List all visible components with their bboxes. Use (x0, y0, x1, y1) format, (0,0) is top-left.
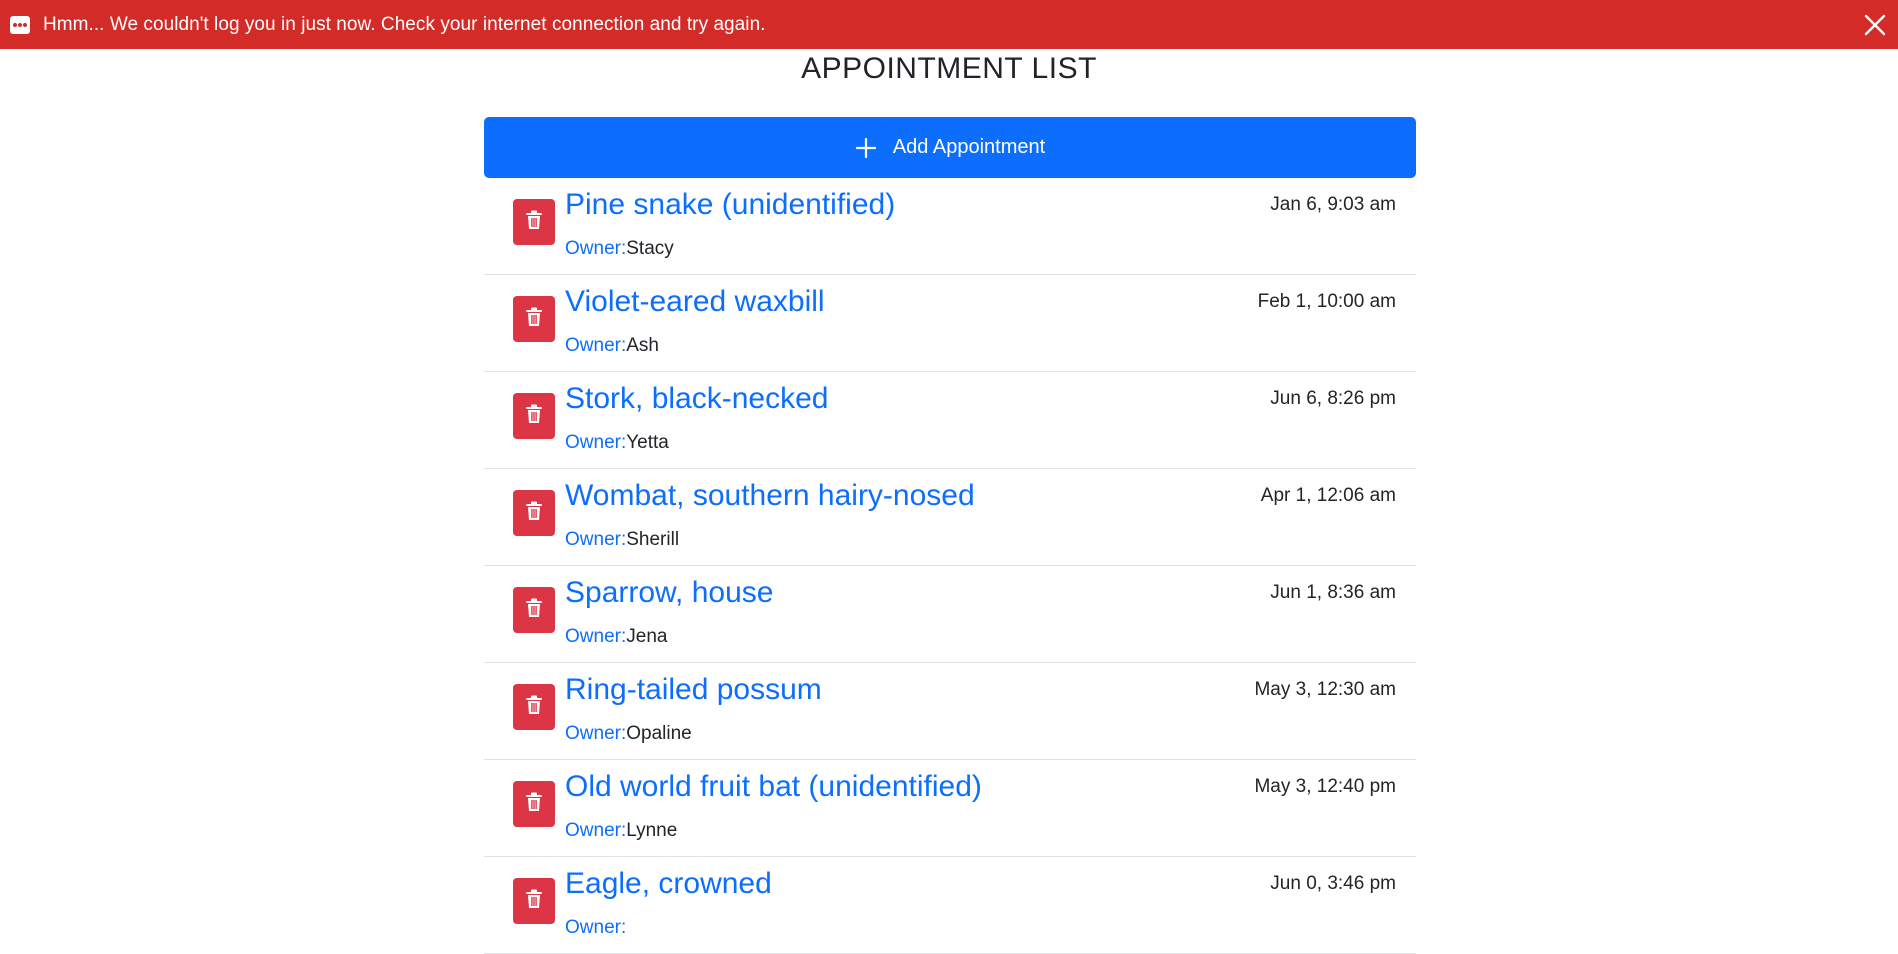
pet-name[interactable]: Stork, black-necked (565, 382, 828, 416)
pet-name[interactable]: Eagle, crowned (565, 867, 772, 901)
pet-name[interactable]: Old world fruit bat (unidentified) (565, 770, 982, 804)
pet-name[interactable]: Pine snake (unidentified) (565, 188, 895, 222)
appointment-date: May 3, 12:40 pm (1254, 776, 1396, 797)
list-item: Ring-tailed possum Owner:Opaline May 3, … (484, 663, 1416, 760)
owner-name: Sherill (626, 529, 680, 550)
appointment-date: Jan 6, 9:03 am (1270, 194, 1396, 215)
trash-icon (525, 501, 543, 526)
add-appointment-label: Add Appointment (892, 136, 1046, 158)
message-dots-icon (10, 15, 30, 34)
delete-button[interactable] (513, 199, 555, 245)
delete-button[interactable] (513, 781, 555, 827)
trash-icon (525, 404, 543, 429)
list-item: Sparrow, house Owner:Jena Jun 1, 8:36 am (484, 566, 1416, 663)
delete-button[interactable] (513, 393, 555, 439)
banner-message: Hmm... We couldn't log you in just now. … (43, 13, 766, 35)
owner-label: Owner: (565, 626, 627, 647)
owner-line: Owner:Jena (565, 626, 667, 648)
owner-line: Owner:Stacy (565, 238, 674, 260)
owner-label: Owner: (565, 238, 627, 259)
list-item: Pine snake (unidentified) Owner:Stacy Ja… (484, 178, 1416, 275)
pet-name[interactable]: Ring-tailed possum (565, 673, 822, 707)
appointment-date: May 3, 12:30 am (1254, 679, 1396, 700)
appointment-date: Jun 1, 8:36 am (1270, 582, 1396, 603)
owner-label: Owner: (565, 432, 627, 453)
error-banner: Hmm... We couldn't log you in just now. … (0, 0, 1898, 49)
list-item: Eagle, crowned Owner: Jun 0, 3:46 pm (484, 857, 1416, 954)
owner-label: Owner: (565, 335, 627, 356)
owner-name: Stacy (626, 238, 674, 259)
owner-name: Lynne (626, 820, 678, 841)
appointment-date: Jun 6, 8:26 pm (1270, 388, 1396, 409)
close-icon[interactable] (1862, 12, 1888, 38)
owner-label: Owner: (565, 917, 627, 938)
delete-button[interactable] (513, 296, 555, 342)
appointment-date: Jun 0, 3:46 pm (1270, 873, 1396, 894)
trash-icon (525, 598, 543, 623)
list-item: Stork, black-necked Owner:Yetta Jun 6, 8… (484, 372, 1416, 469)
list-item: Old world fruit bat (unidentified) Owner… (484, 760, 1416, 857)
owner-line: Owner:Sherill (565, 529, 679, 551)
owner-name: Opaline (626, 723, 692, 744)
trash-icon (525, 889, 543, 914)
delete-button[interactable] (513, 684, 555, 730)
list-item: Wombat, southern hairy-nosed Owner:Sheri… (484, 469, 1416, 566)
owner-name: Jena (626, 626, 668, 647)
trash-icon (525, 792, 543, 817)
owner-label: Owner: (565, 820, 627, 841)
delete-button[interactable] (513, 878, 555, 924)
owner-name: Ash (626, 335, 659, 356)
owner-line: Owner:Lynne (565, 820, 677, 842)
appointment-date: Apr 1, 12:06 am (1260, 485, 1396, 506)
owner-line: Owner:Yetta (565, 432, 669, 454)
owner-line: Owner:Ash (565, 335, 659, 357)
owner-line: Owner: (565, 917, 626, 939)
pet-name[interactable]: Sparrow, house (565, 576, 773, 610)
page-title: APPOINTMENT LIST (801, 52, 1097, 85)
pet-name[interactable]: Wombat, southern hairy-nosed (565, 479, 975, 513)
appointment-date: Feb 1, 10:00 am (1257, 291, 1396, 312)
plus-icon (855, 137, 877, 159)
add-appointment-button[interactable]: Add Appointment (484, 117, 1416, 178)
trash-icon (525, 210, 543, 235)
delete-button[interactable] (513, 587, 555, 633)
owner-line: Owner:Opaline (565, 723, 692, 745)
owner-label: Owner: (565, 529, 627, 550)
delete-button[interactable] (513, 490, 555, 536)
trash-icon (525, 307, 543, 332)
trash-icon (525, 695, 543, 720)
appointment-list: Add Appointment Pine snake (unidentified… (484, 117, 1416, 954)
owner-label: Owner: (565, 723, 627, 744)
list-item: Violet-eared waxbill Owner:Ash Feb 1, 10… (484, 275, 1416, 372)
owner-name: Yetta (626, 432, 669, 453)
pet-name[interactable]: Violet-eared waxbill (565, 285, 825, 319)
